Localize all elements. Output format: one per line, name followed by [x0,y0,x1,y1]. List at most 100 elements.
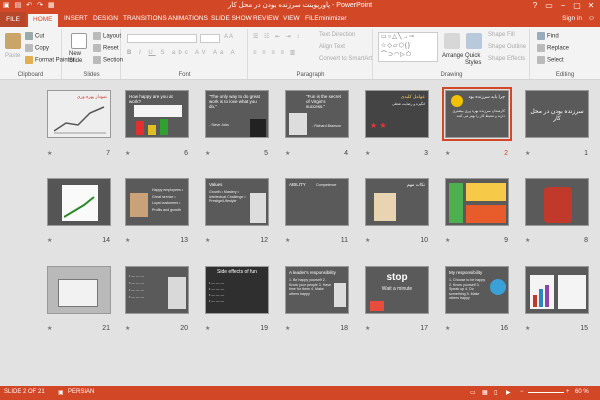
jumping-person-image [544,187,572,223]
group-paragraph: ☰ ☷ ⇤ ⇥ ↕ ≡ ≡ ≡ ≡ ▥ Text Direction Align… [249,29,373,79]
quick-styles-button[interactable]: Quick Styles [465,53,485,67]
layout-button[interactable]: Layout [93,32,121,40]
copy-button[interactable]: Copy [25,44,49,52]
slide-sorter[interactable]: نمودار بهره وری 7 ★ How happy are you at… [0,80,600,386]
slideshow-view-icon[interactable]: ▶ [506,389,511,396]
font-style-buttons[interactable]: B I U S abc AV Aa A [127,50,238,56]
tab-file[interactable]: FILE [0,12,26,27]
zoom-out-button[interactable]: − [520,389,524,395]
proofing-icon[interactable]: ▣ [58,389,64,396]
close-button[interactable]: ✕ [584,0,598,12]
slide-thumbnail-8[interactable] [525,178,589,226]
align-buttons[interactable]: ≡ ≡ ≡ ≡ ▥ [253,49,297,56]
tab-review[interactable]: REVIEW [253,15,279,22]
tab-animations[interactable]: ANIMATIONS [168,15,208,22]
ribbon-display-button[interactable]: ▭ [542,0,556,12]
font-name-combo[interactable] [127,34,197,43]
shape-outline-button[interactable]: Shape Outline [488,44,526,50]
slide-thumbnail-16[interactable]: My responsibility 1. Choose to be happy … [445,266,509,314]
language-indicator[interactable]: PERSIAN [68,389,94,395]
shapes-gallery[interactable]: ▭○△╲→⇨ ☆◇▱⬡{} ⌒⊃◠▷⬠ [378,32,438,62]
tab-slide-show[interactable]: SLIDE SHOW [211,15,252,22]
font-size-combo[interactable] [200,34,220,43]
section-button[interactable]: Section [93,56,123,64]
slide-number-13: 13 [180,237,188,244]
slide-thumbnail-19[interactable]: Side effects of fun • — — — • — — — • — — … [205,266,269,314]
shape-effects-button[interactable]: Shape Effects [488,56,525,62]
new-slide-icon[interactable] [71,33,87,49]
slide-thumbnail-9[interactable] [445,178,509,226]
slide-sorter-view-icon[interactable]: ▦ [482,389,488,396]
slide-thumbnail-4[interactable]: "Fun is the secret of Virgin's success."… [285,90,349,138]
clipboard-label: Clipboard [17,72,44,78]
faces-image [134,105,182,117]
brush-icon [25,56,33,64]
slide-thumbnail-18[interactable]: A leader's responsibility 1. Be happy yo… [285,266,349,314]
slide-number-9: 9 [504,237,508,244]
slide-thumbnail-13[interactable]: Happy employees • Great service • Loyal … [125,178,189,226]
slide-number-14: 14 [102,237,110,244]
zoom-level[interactable]: 60 % [575,389,589,395]
normal-view-icon[interactable]: ▭ [470,389,476,396]
grow-font-icon[interactable]: A A [224,34,233,40]
slide-thumbnail-12[interactable]: Values Growth • Mastery • Intellectual C… [205,178,269,226]
arrange-icon[interactable] [444,33,460,49]
shape-fill-button[interactable]: Shape Fill [488,32,515,38]
replace-button[interactable]: Replace [537,44,569,52]
slide-thumbnail-5[interactable]: "The only way to do great work is to lov… [205,90,269,138]
slide-thumbnail-2[interactable]: چرا باید سرزنده بود کارمندان سرزنده بهره… [442,87,512,141]
tab-home[interactable]: HOME [28,14,58,27]
arrange-button[interactable]: Arrange [442,53,463,59]
tab-design[interactable]: DESIGN [93,15,118,22]
slide-thumbnail-15[interactable] [525,266,589,314]
maximize-button[interactable]: ▢ [570,0,584,12]
slide-thumbnail-14[interactable] [47,178,111,226]
portrait-image [250,119,266,137]
slide-number-12: 12 [260,237,268,244]
slide-number-15: 15 [580,325,588,332]
slide-thumbnail-7[interactable]: نمودار بهره وری [47,90,111,138]
slide-number-21: 21 [102,325,110,332]
slide-thumbnail-21[interactable] [47,266,111,314]
replace-icon [537,44,545,52]
quick-styles-icon[interactable] [466,33,482,49]
status-bar: SLIDE 2 OF 21 ▣ PERSIAN ▭ ▦ ▯ ▶ − + 60 % [0,386,600,400]
smiley-image [451,95,463,107]
zoom-slider[interactable] [528,392,564,393]
tab-view[interactable]: VIEW [283,15,300,22]
tab-insert[interactable]: INSERT [64,15,88,22]
tab-fileminimizer[interactable]: FILEminimizer [305,15,347,22]
copy-icon [25,44,33,52]
list-buttons[interactable]: ☰ ☷ ⇤ ⇥ ↕ [253,33,301,40]
slide-number-4: 4 [344,150,348,157]
slide-thumbnail-10[interactable]: نکات مهم [365,178,429,226]
zoom-in-button[interactable]: + [566,389,570,395]
slide-number-5: 5 [264,150,268,157]
help-button[interactable]: ? [528,0,542,12]
slide-thumbnail-6[interactable]: How happy are you at work? [125,90,189,138]
paste-button[interactable]: Paste [5,53,20,59]
reading-view-icon[interactable]: ▯ [494,389,497,396]
slide-thumbnail-11[interactable]: ABILITY Competence [285,178,349,226]
paragraph-label: Paragraph [296,72,325,78]
sign-in-link[interactable]: Sign in [562,15,582,22]
minimize-button[interactable]: − [556,0,570,12]
paste-icon[interactable] [5,33,21,49]
new-slide-button[interactable]: New Slide [69,51,93,65]
select-button[interactable]: Select [537,56,564,64]
cut-button[interactable]: Cut [25,32,44,40]
feedback-smiley-icon[interactable]: ☺ [588,15,595,22]
slide-counter: SLIDE 2 OF 21 [4,389,45,395]
slide-thumbnail-17[interactable]: stop Wait a minute [365,266,429,314]
slide-number-16: 16 [500,325,508,332]
text-direction-button[interactable]: Text Direction [319,32,355,38]
slide-thumbnail-20[interactable]: • — — — • — — — • — — — • — — — [125,266,189,314]
slide-thumbnail-3[interactable]: عوامل کلیدی انگیزه و رضایت شغلی ★ ★ [365,90,429,138]
tab-transitions[interactable]: TRANSITIONS [123,15,167,22]
slide-thumbnail-1[interactable]: سرزنده بودن در محل کار [525,90,589,138]
convert-smartart-button[interactable]: Convert to SmartArt [319,56,372,62]
reset-button[interactable]: Reset [93,44,119,52]
align-text-button[interactable]: Align Text [319,44,345,50]
person-image [250,193,266,223]
find-button[interactable]: Find [537,32,559,40]
